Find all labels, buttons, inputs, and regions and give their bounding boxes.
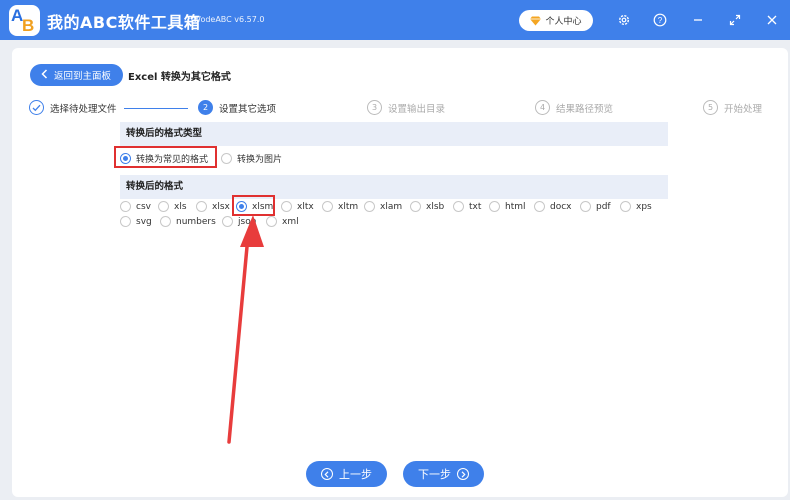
format-radio[interactable] bbox=[580, 201, 591, 212]
format-option-json[interactable]: json bbox=[222, 216, 256, 227]
step-connector bbox=[124, 108, 188, 109]
option-common-format[interactable]: 转换为常见的格式 bbox=[120, 152, 208, 165]
page-title: Excel 转换为其它格式 bbox=[128, 72, 231, 83]
app-title: 我的ABC软件工具箱 bbox=[47, 13, 201, 32]
user-center-label: 个人中心 bbox=[545, 17, 582, 27]
format-option-html[interactable]: html bbox=[489, 201, 526, 212]
back-label: 返回到主面板 bbox=[54, 71, 112, 82]
format-option-xlsm[interactable]: xlsm bbox=[236, 201, 273, 212]
format-radio[interactable] bbox=[222, 216, 233, 227]
format-option-xlsx[interactable]: xlsx bbox=[196, 201, 230, 212]
help-icon[interactable]: ? bbox=[651, 11, 669, 29]
step-2: 2 设置其它选项 bbox=[198, 100, 276, 115]
format-radio[interactable] bbox=[120, 201, 131, 212]
format-option-xlsb[interactable]: xlsb bbox=[410, 201, 444, 212]
format-radio[interactable] bbox=[453, 201, 464, 212]
format-radio[interactable] bbox=[410, 201, 421, 212]
format-radio[interactable] bbox=[534, 201, 545, 212]
chevron-left-icon bbox=[41, 68, 48, 82]
format-radio[interactable] bbox=[196, 201, 207, 212]
settings-icon[interactable] bbox=[615, 11, 633, 29]
step-3: 3 设置输出目录 bbox=[367, 100, 445, 115]
format-radio[interactable] bbox=[364, 201, 375, 212]
svg-text:?: ? bbox=[658, 16, 663, 25]
main-panel: 返回到主面板 Excel 转换为其它格式 选择待处理文件 2 设置其它选项 3 … bbox=[12, 48, 788, 497]
format-option-xltx[interactable]: xltx bbox=[281, 201, 314, 212]
format-radio[interactable] bbox=[266, 216, 277, 227]
format-radio[interactable] bbox=[322, 201, 333, 212]
close-icon[interactable] bbox=[763, 11, 781, 29]
format-option-numbers[interactable]: numbers bbox=[160, 216, 216, 227]
format-option-xlam[interactable]: xlam bbox=[364, 201, 402, 212]
diamond-icon bbox=[530, 16, 542, 26]
back-to-main-button[interactable]: 返回到主面板 bbox=[30, 64, 123, 86]
app-logo: A B bbox=[9, 5, 40, 36]
step-1: 选择待处理文件 bbox=[29, 100, 117, 115]
format-option-svg[interactable]: svg bbox=[120, 216, 152, 227]
step-4: 4 结果路径预览 bbox=[535, 100, 613, 115]
format-option-txt[interactable]: txt bbox=[453, 201, 481, 212]
check-icon bbox=[29, 100, 44, 115]
radio-common-format[interactable] bbox=[120, 153, 131, 164]
format-option-xls[interactable]: xls bbox=[158, 201, 187, 212]
format-radio[interactable] bbox=[158, 201, 169, 212]
format-radio[interactable] bbox=[120, 216, 131, 227]
format-option-docx[interactable]: docx bbox=[534, 201, 572, 212]
minimize-icon[interactable] bbox=[689, 11, 707, 29]
format-radio[interactable] bbox=[620, 201, 631, 212]
chevron-left-circle-icon bbox=[321, 468, 333, 480]
format-type-heading: 转换后的格式类型 bbox=[120, 122, 668, 146]
step-5: 5 开始处理 bbox=[703, 100, 762, 115]
format-heading: 转换后的格式 bbox=[120, 175, 668, 199]
option-image[interactable]: 转换为图片 bbox=[221, 152, 282, 165]
format-option-xps[interactable]: xps bbox=[620, 201, 652, 212]
title-bar: A B 我的ABC软件工具箱 WodeABC v6.57.0 个人中心 ? bbox=[0, 0, 790, 40]
format-option-xltm[interactable]: xltm bbox=[322, 201, 358, 212]
maximize-icon[interactable] bbox=[726, 11, 744, 29]
format-radio[interactable] bbox=[281, 201, 292, 212]
app-version: WodeABC v6.57.0 bbox=[193, 15, 265, 24]
next-step-button[interactable]: 下一步 bbox=[403, 461, 484, 487]
radio-image[interactable] bbox=[221, 153, 232, 164]
format-radio[interactable] bbox=[160, 216, 171, 227]
chevron-right-circle-icon bbox=[457, 468, 469, 480]
format-option-pdf[interactable]: pdf bbox=[580, 201, 611, 212]
format-radio[interactable] bbox=[236, 201, 247, 212]
user-center-button[interactable]: 个人中心 bbox=[519, 10, 593, 31]
format-option-xml[interactable]: xml bbox=[266, 216, 299, 227]
prev-step-button[interactable]: 上一步 bbox=[306, 461, 387, 487]
format-option-csv[interactable]: csv bbox=[120, 201, 151, 212]
format-radio[interactable] bbox=[489, 201, 500, 212]
